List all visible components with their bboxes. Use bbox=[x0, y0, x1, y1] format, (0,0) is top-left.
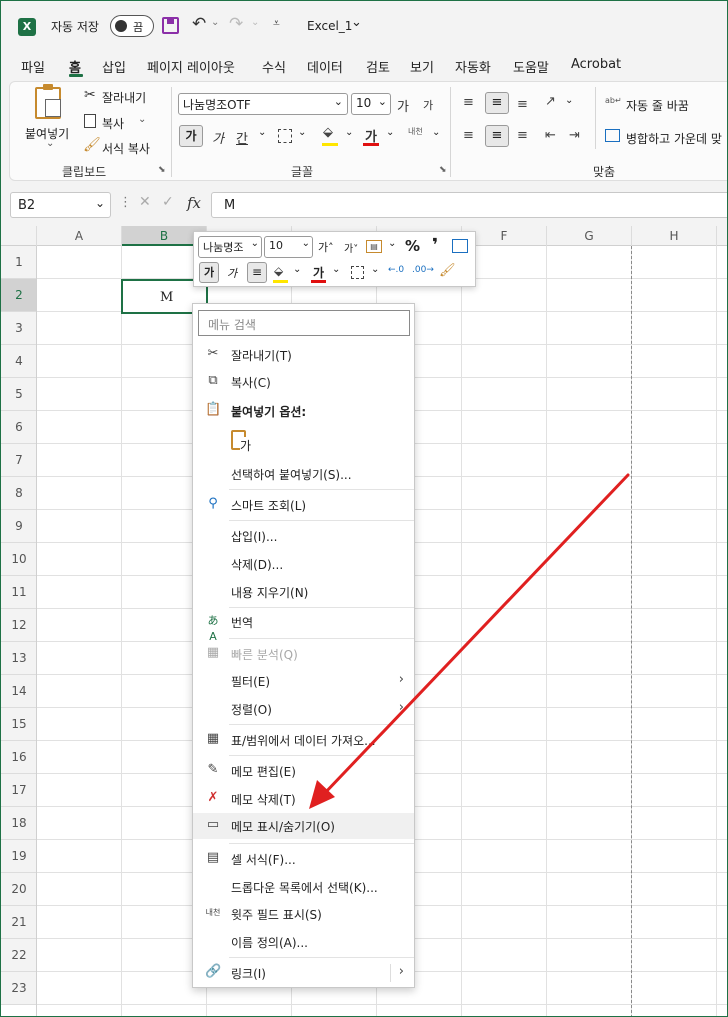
annotation-arrow-shaft bbox=[321, 473, 630, 797]
excel-window: X 자동 저장 끔 ↶ ⌄ ↷ ⌄ ⩡ Excel_1 ⌄ 파일 홈 삽입 페이… bbox=[0, 0, 728, 1017]
annotation-arrow bbox=[309, 473, 630, 809]
